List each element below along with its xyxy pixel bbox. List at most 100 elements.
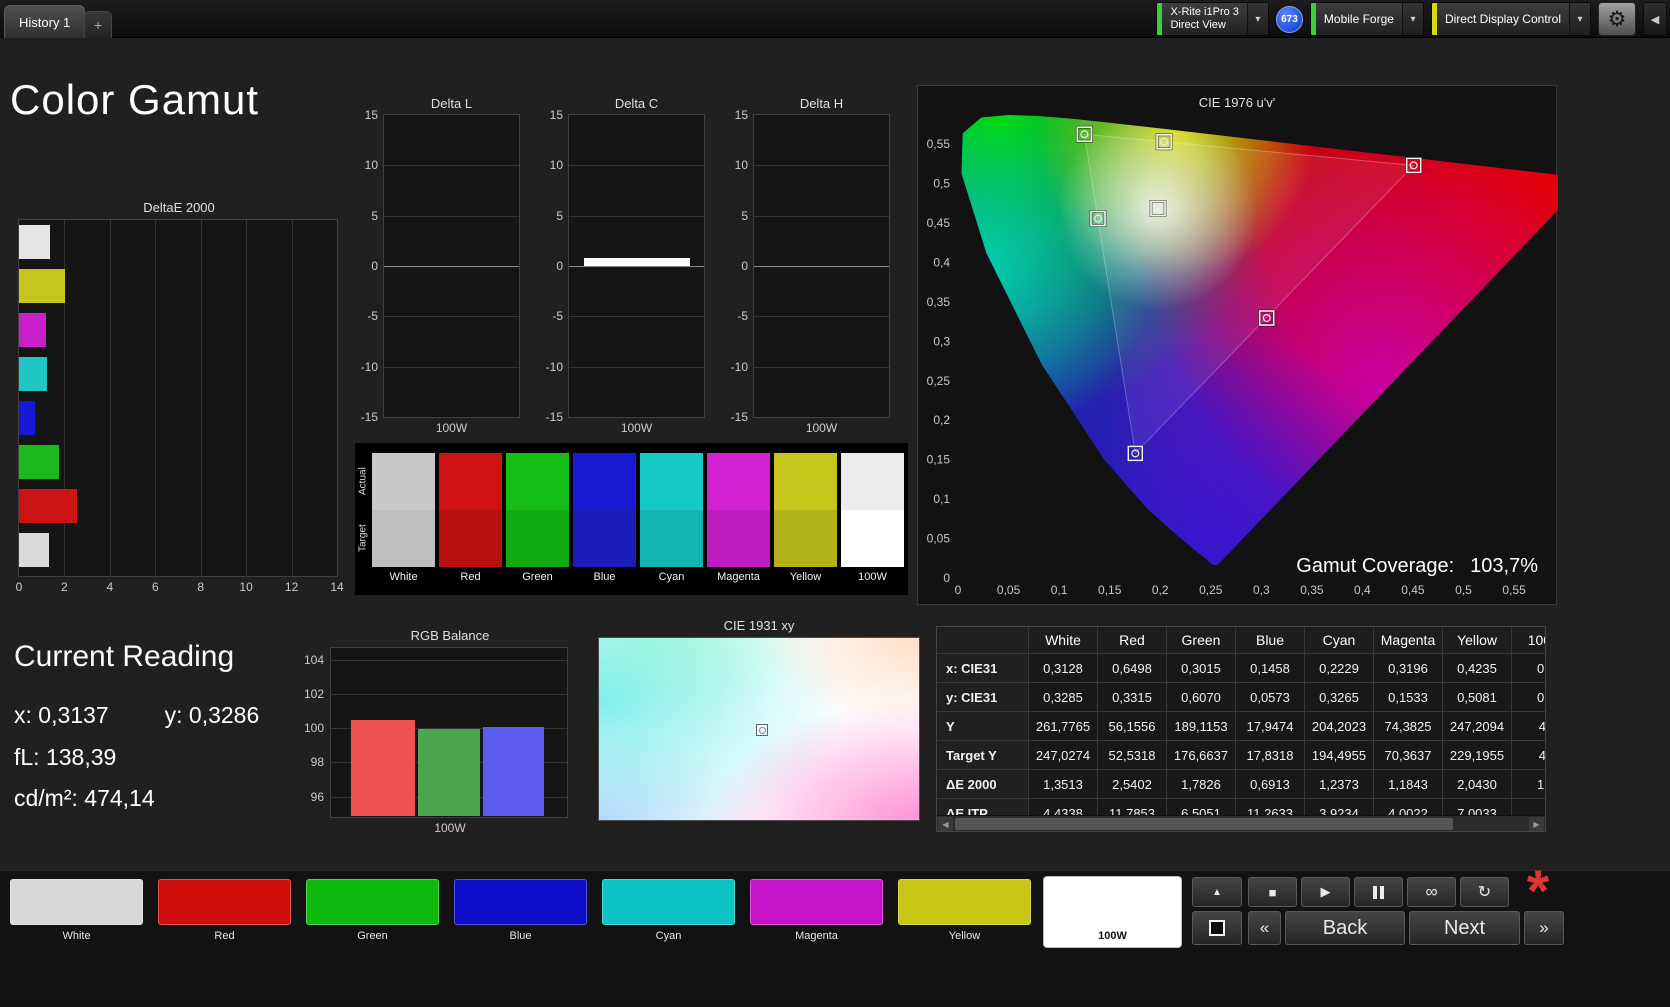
pause-button[interactable]	[1354, 877, 1403, 907]
meter-name: X-Rite i1Pro 3	[1170, 6, 1239, 18]
x-tick-label: 0	[955, 583, 962, 597]
next-button[interactable]: Next	[1409, 911, 1520, 945]
settings-button[interactable]: ⚙	[1598, 2, 1636, 36]
pattern-up-button[interactable]: ▲	[1192, 877, 1242, 907]
delta-plot	[568, 114, 705, 418]
x-tick-label: 0,2	[1152, 583, 1169, 597]
back-chevron-button[interactable]: «	[1248, 911, 1281, 945]
rgb-bar-blue	[483, 727, 544, 816]
x-tick-label: 0,25	[1199, 583, 1223, 597]
y-tick-label: -10	[545, 359, 563, 374]
y-tick-label: 0,05	[927, 532, 951, 546]
pause-icon	[1373, 885, 1377, 899]
gridline	[109, 220, 111, 576]
deltae-bar-100w	[19, 533, 49, 567]
measurement-table-grid: WhiteRedGreenBlueCyanMagentaYellow100W x:…	[937, 627, 1545, 828]
x-tick-label: 0,55	[1502, 583, 1526, 597]
y-tick-label: 10	[364, 158, 378, 173]
swatch-target	[640, 510, 703, 567]
pattern-label: Red	[214, 930, 235, 942]
swatch-target	[506, 510, 569, 567]
column-header-yellow: Yellow	[1443, 627, 1512, 654]
y-tick-label: -5	[367, 309, 378, 324]
notification-asterisk-icon[interactable]: *	[1512, 863, 1564, 921]
table-cell: 261,7765	[1029, 712, 1098, 741]
row-label--e-2000: ΔE 2000	[937, 770, 1029, 799]
back-button[interactable]: Back	[1285, 911, 1405, 945]
gridline	[384, 316, 519, 318]
x-tick-label: 2	[61, 580, 68, 594]
scroll-left-icon[interactable]: ◀	[938, 817, 953, 831]
y-tick-label: 0	[556, 259, 563, 273]
swatch-actual	[573, 453, 636, 510]
add-tab-button[interactable]: +	[84, 11, 113, 38]
play-button[interactable]: ▶	[1301, 877, 1350, 907]
pattern-label: Blue	[509, 930, 532, 942]
table-cell: 247,0274	[1029, 741, 1098, 770]
x-tick-label: 12	[284, 580, 299, 594]
rgb-plot	[330, 647, 568, 818]
table-cell: 0,4235	[1443, 654, 1512, 683]
pattern-button-cyan[interactable]: Cyan	[600, 877, 737, 947]
meter-selector[interactable]: X-Rite i1Pro 3 Direct View ▾	[1156, 2, 1269, 36]
y-tick-label: -5	[552, 309, 563, 324]
scrollbar-thumb[interactable]	[955, 818, 1453, 830]
swatch-actual	[707, 453, 770, 510]
column-header-blue: Blue	[1236, 627, 1305, 654]
deltae2000-x-axis: 0 2 4 6 8 10 12 14	[15, 580, 344, 596]
row-label-y: Y	[937, 712, 1029, 741]
collapse-panel-button[interactable]: ◀	[1643, 2, 1667, 36]
chevron-down-icon[interactable]: ▾	[1246, 3, 1268, 35]
x-tick-label: 0,5	[1455, 583, 1472, 597]
pattern-button-yellow[interactable]: Yellow	[896, 877, 1033, 947]
pattern-label: Magenta	[795, 930, 838, 942]
deltae-bar-white	[19, 225, 50, 259]
x-tick-label: 14	[330, 580, 344, 594]
gridline	[246, 220, 248, 576]
swatch-actual	[506, 453, 569, 510]
pattern-button-100w[interactable]: 100W	[1044, 877, 1181, 947]
rgb-y-axis: 104 102 100 98 96	[292, 647, 330, 818]
continuous-read-button[interactable]: ∞	[1407, 877, 1456, 907]
swatch-100w: 100W	[841, 443, 904, 595]
table-cell: 47	[1512, 741, 1545, 770]
current-reading-panel: Current Reading x: 0,3137 y: 0,3286 fL: …	[14, 640, 314, 812]
pattern-button-magenta[interactable]: Magenta	[748, 877, 885, 947]
zero-line	[384, 266, 519, 267]
swatch-target	[774, 510, 837, 567]
swatch-blue: Blue	[573, 443, 636, 595]
stop-button[interactable]: ■	[1248, 877, 1297, 907]
table-horizontal-scrollbar[interactable]: ◀ ▶	[937, 815, 1545, 831]
pattern-button-red[interactable]: Red	[156, 877, 293, 947]
cie1931-marker	[755, 723, 768, 736]
source-selector[interactable]: Mobile Forge ▾	[1309, 2, 1424, 36]
refresh-button[interactable]: ↻	[1460, 877, 1509, 907]
pattern-swatch	[306, 879, 439, 925]
pattern-button-green[interactable]: Green	[304, 877, 441, 947]
swatch-label: Yellow	[789, 571, 822, 583]
display-control-selector[interactable]: Direct Display Control ▾	[1430, 2, 1591, 36]
zero-line	[569, 266, 704, 267]
pattern-button-blue[interactable]: Blue	[452, 877, 589, 947]
chevron-down-icon[interactable]: ▾	[1569, 3, 1590, 35]
table-cell: 1,3513	[1029, 770, 1098, 799]
x-tick-label: 0,05	[997, 583, 1021, 597]
gridline	[331, 659, 567, 661]
table-corner	[937, 627, 1029, 654]
pattern-button-white[interactable]: White	[8, 877, 145, 947]
y-tick-label: 15	[734, 108, 748, 122]
x-tick-label: 0	[15, 580, 23, 594]
y-tick-label: 5	[741, 208, 748, 223]
chevron-down-icon[interactable]: ▾	[1401, 3, 1423, 35]
swatch-actual	[640, 453, 703, 510]
swatch-target	[439, 510, 502, 567]
scroll-right-icon[interactable]: ▶	[1529, 817, 1544, 831]
up-arrow-icon: ▲	[1212, 886, 1222, 898]
gridline	[754, 215, 889, 217]
cie1931-title: CIE 1931 xy	[723, 618, 795, 633]
y-tick-label: 0	[371, 259, 378, 273]
next-chevron-button[interactable]: »	[1524, 911, 1564, 945]
tab-history-1[interactable]: History 1	[4, 5, 86, 38]
table-cell: 1,0	[1512, 770, 1545, 799]
pattern-window-button[interactable]	[1192, 911, 1242, 945]
